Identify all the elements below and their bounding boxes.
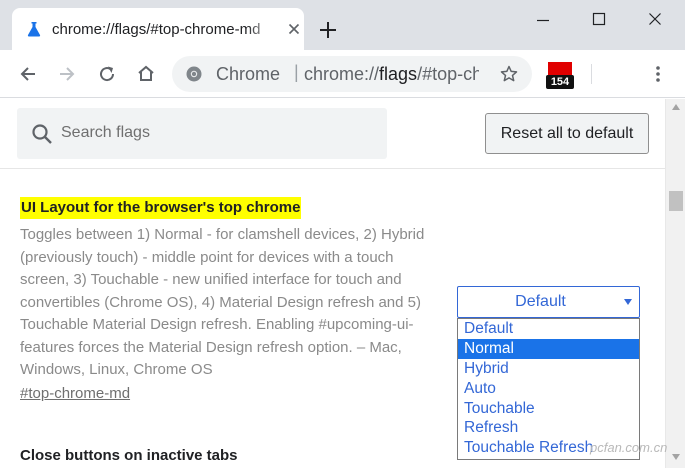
flag-title: UI Layout for the browser's top chrome xyxy=(20,197,302,219)
tab-title: chrome://flags/#top-chrome-md xyxy=(52,21,261,38)
search-icon xyxy=(32,124,52,144)
dropdown-option[interactable]: Refresh xyxy=(458,418,639,438)
reload-icon[interactable] xyxy=(97,64,117,84)
flag-select[interactable]: Default xyxy=(457,286,640,318)
toolbar-divider xyxy=(591,64,592,84)
home-icon[interactable] xyxy=(136,64,156,84)
forward-arrow-icon[interactable] xyxy=(57,64,77,84)
extension-icon xyxy=(548,62,572,76)
flag-select-value: Default xyxy=(515,293,566,310)
scrollbar-thumb[interactable] xyxy=(669,191,683,211)
back-arrow-icon[interactable] xyxy=(18,64,38,84)
chrome-logo-icon xyxy=(186,66,202,82)
scroll-up-arrow-icon[interactable] xyxy=(672,104,680,110)
omnibox[interactable]: Chrome | chrome://flags/#top-chrome-md xyxy=(172,56,532,92)
page-scrollbar[interactable] xyxy=(665,99,685,468)
scroll-down-arrow-icon[interactable] xyxy=(672,454,680,460)
omnibox-url[interactable]: chrome://flags/#top-chrome-md xyxy=(304,64,479,85)
window-close-icon[interactable] xyxy=(632,8,678,32)
dropdown-option[interactable]: Default xyxy=(458,319,639,339)
url-scheme: chrome:// xyxy=(304,64,380,84)
tab-strip: chrome://flags/#top-chrome-md xyxy=(0,0,685,50)
flask-icon xyxy=(27,22,41,37)
tab-close-icon[interactable] xyxy=(286,21,302,37)
bookmark-star-icon[interactable] xyxy=(500,65,518,83)
maximize-icon[interactable] xyxy=(576,8,622,32)
omnibox-separator: | xyxy=(294,62,299,82)
menu-kebab-icon[interactable] xyxy=(648,64,668,84)
flag-select-dropdown: Default Normal Hybrid Auto Touchable Ref… xyxy=(457,318,640,460)
dropdown-arrow-icon xyxy=(624,299,632,305)
flag-permalink[interactable]: #top-chrome-md xyxy=(20,385,130,402)
dropdown-option[interactable]: Touchable xyxy=(458,399,639,419)
omnibox-chip: Chrome xyxy=(216,64,281,84)
toolbar: Chrome | chrome://flags/#top-chrome-md 1… xyxy=(0,50,685,98)
watermark: pcfan.com.cn xyxy=(590,440,668,455)
extension-button[interactable]: 154 xyxy=(546,62,574,90)
minimize-icon[interactable] xyxy=(520,8,566,32)
extension-badge: 154 xyxy=(546,75,574,89)
dropdown-option-selected[interactable]: Normal xyxy=(458,338,639,359)
search-input[interactable] xyxy=(61,120,371,146)
flag-description: Toggles between 1) Normal - for clamshel… xyxy=(20,226,425,378)
dropdown-option[interactable]: Auto xyxy=(458,379,639,399)
flags-page: Reset all to default UI Layout for the b… xyxy=(0,99,665,468)
next-flag-title: Close buttons on inactive tabs xyxy=(20,447,238,464)
new-tab-icon[interactable] xyxy=(318,20,338,40)
flags-header: Reset all to default xyxy=(0,99,665,169)
url-host: flags xyxy=(379,64,418,84)
dropdown-option[interactable]: Hybrid xyxy=(458,359,639,379)
reset-all-button[interactable]: Reset all to default xyxy=(485,113,649,154)
url-rest: /#top-chrome-md xyxy=(417,64,479,84)
tab-flags[interactable]: chrome://flags/#top-chrome-md xyxy=(12,8,304,50)
search-box[interactable] xyxy=(17,108,387,159)
